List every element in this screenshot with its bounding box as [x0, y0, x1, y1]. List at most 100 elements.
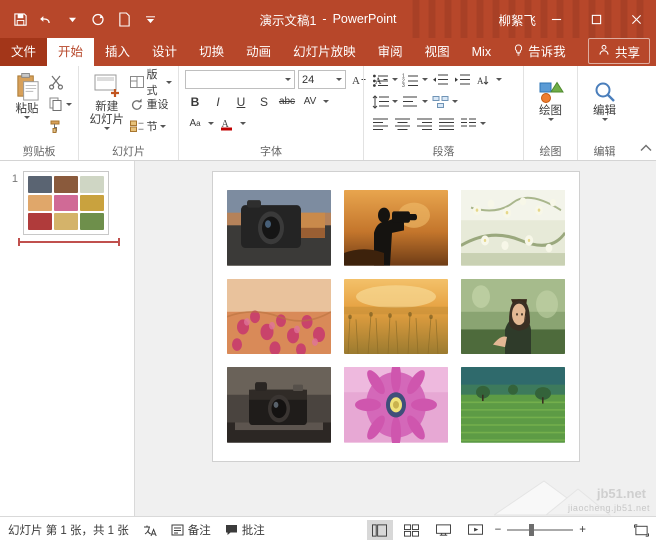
photo-golden-field[interactable] — [344, 279, 448, 355]
copy-button[interactable] — [48, 94, 72, 114]
collapse-ribbon-button[interactable] — [640, 142, 652, 156]
align-left-button[interactable] — [370, 114, 390, 133]
redo-icon[interactable] — [86, 7, 110, 31]
customize-qat-icon[interactable] — [138, 7, 162, 31]
new-slide-icon[interactable] — [112, 7, 136, 31]
normal-view-button[interactable] — [367, 520, 393, 540]
chevron-down-icon-new-slide[interactable] — [104, 127, 110, 130]
change-case-button[interactable]: Aa — [185, 114, 205, 133]
new-slide-button[interactable]: 新建幻灯片 — [85, 70, 129, 130]
language-icon[interactable] — [143, 524, 157, 537]
chevron-down-icon-font-name[interactable] — [285, 78, 291, 81]
photo-photographer-silhouette[interactable] — [344, 190, 448, 266]
chevron-down-icon-drawing[interactable] — [548, 118, 554, 121]
strikethrough-button[interactable]: abc — [277, 92, 297, 111]
editing-button[interactable]: 编辑 — [584, 70, 625, 121]
chevron-down-icon-numbering[interactable] — [422, 78, 428, 81]
drawing-button[interactable]: 绘图 — [530, 70, 571, 121]
align-center-button[interactable] — [392, 114, 412, 133]
numbering-button[interactable]: 123 — [400, 70, 420, 89]
align-right-button[interactable] — [414, 114, 434, 133]
save-icon[interactable] — [8, 7, 32, 31]
chevron-down-icon-align-text[interactable] — [422, 100, 428, 103]
slide-editing-area[interactable] — [135, 161, 656, 516]
justify-button[interactable] — [436, 114, 456, 133]
chevron-down-icon-undo[interactable] — [60, 7, 84, 31]
chevron-down-icon-font-size[interactable] — [336, 78, 342, 81]
convert-smartart-button[interactable] — [430, 92, 450, 111]
reading-view-button[interactable] — [431, 520, 457, 540]
zoom-slider[interactable] — [507, 529, 573, 531]
tab-view[interactable]: 视图 — [414, 38, 461, 66]
reset-button[interactable]: 重设 — [129, 94, 173, 114]
photo-blossom-branch[interactable] — [461, 190, 565, 266]
slide-sorter-button[interactable] — [399, 520, 425, 540]
text-shadow-button[interactable]: S — [254, 92, 274, 111]
line-spacing-button[interactable] — [370, 92, 390, 111]
zoom-out-button[interactable]: − — [495, 524, 502, 536]
character-spacing-button[interactable]: AV — [300, 92, 320, 111]
zoom-in-button[interactable]: + — [579, 524, 586, 536]
tab-slideshow[interactable]: 幻灯片放映 — [282, 38, 367, 66]
share-button[interactable]: 共享 — [588, 38, 650, 64]
chevron-down-icon-copy[interactable] — [66, 103, 72, 106]
tab-file[interactable]: 文件 — [0, 38, 47, 66]
slide-thumbnail-pane[interactable]: 1 — [0, 161, 135, 516]
slideshow-button[interactable] — [463, 520, 489, 540]
decrease-indent-button[interactable] — [430, 70, 450, 89]
thumbnail-preview[interactable] — [23, 171, 109, 235]
cut-button[interactable] — [48, 72, 72, 92]
bullets-button[interactable] — [370, 70, 390, 89]
quick-access-toolbar[interactable] — [0, 7, 162, 31]
tab-tell-me[interactable]: 告诉我 — [502, 38, 577, 66]
increase-indent-button[interactable] — [452, 70, 472, 89]
window-controls[interactable] — [536, 0, 656, 38]
section-button[interactable]: 节 — [129, 116, 173, 136]
slide-canvas[interactable] — [212, 171, 580, 462]
chevron-down-icon-smartart[interactable] — [452, 100, 458, 103]
photo-vintage-camera[interactable] — [227, 367, 331, 443]
tab-insert[interactable]: 插入 — [94, 38, 141, 66]
chevron-down-icon-layout[interactable] — [166, 81, 172, 84]
tab-mix[interactable]: Mix — [461, 38, 502, 66]
minimize-button[interactable] — [536, 0, 576, 38]
columns-button[interactable] — [458, 114, 478, 133]
chevron-down-icon-text-direction[interactable] — [496, 78, 502, 81]
chevron-down-icon-change-case[interactable] — [208, 122, 214, 125]
tab-design[interactable]: 设计 — [141, 38, 188, 66]
ribbon-tabs[interactable]: 文件 开始 插入 设计 切换 动画 幻灯片放映 审阅 视图 Mix 告诉我 共享 — [0, 38, 656, 66]
align-text-button[interactable] — [400, 92, 420, 111]
chevron-down-icon-font-color[interactable] — [240, 122, 246, 125]
restore-button[interactable] — [576, 0, 616, 38]
tab-review[interactable]: 审阅 — [367, 38, 414, 66]
text-direction-button[interactable]: A — [474, 70, 494, 89]
chevron-down-icon-char-spacing[interactable] — [323, 100, 329, 103]
fit-slide-button[interactable] — [632, 522, 650, 538]
thumbnail-item[interactable]: 1 — [0, 171, 134, 235]
format-painter-button[interactable] — [48, 116, 72, 136]
photo-girl-portrait[interactable] — [461, 279, 565, 355]
undo-icon[interactable] — [34, 7, 58, 31]
italic-button[interactable]: I — [208, 92, 228, 111]
tab-transitions[interactable]: 切换 — [188, 38, 235, 66]
layout-button[interactable]: 版式 — [129, 72, 173, 92]
zoom-control[interactable]: − + — [495, 524, 586, 536]
chevron-down-icon-editing[interactable] — [602, 118, 608, 121]
photo-pink-flowers[interactable] — [227, 279, 331, 355]
notes-button[interactable]: 备注 — [171, 522, 211, 538]
font-size-combo[interactable]: 24 — [298, 70, 346, 89]
paste-button[interactable]: 粘贴 — [6, 70, 48, 119]
tab-home[interactable]: 开始 — [47, 38, 94, 66]
account-name[interactable]: 柳絮飞 — [498, 0, 536, 38]
chevron-down-icon-line-spacing[interactable] — [392, 100, 398, 103]
underline-button[interactable]: U — [231, 92, 251, 111]
bold-button[interactable]: B — [185, 92, 205, 111]
chevron-down-icon-bullets[interactable] — [392, 78, 398, 81]
comments-button[interactable]: 批注 — [225, 522, 265, 538]
font-name-combo[interactable] — [185, 70, 295, 89]
chevron-down-icon-columns[interactable] — [480, 122, 486, 125]
font-color-button[interactable]: A — [217, 114, 237, 133]
chevron-down-icon-paste[interactable] — [24, 116, 30, 119]
tab-animations[interactable]: 动画 — [235, 38, 282, 66]
chevron-down-icon-section[interactable] — [160, 125, 166, 128]
